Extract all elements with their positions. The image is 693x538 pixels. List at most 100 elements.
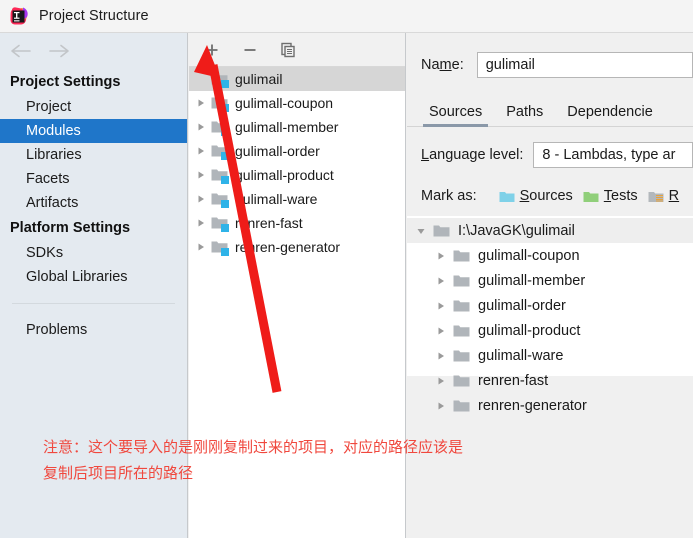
mark-as-sources-button[interactable]: Sources (499, 188, 573, 204)
tab-paths[interactable]: Paths (506, 104, 543, 126)
sidebar-item-artifacts[interactable]: Artifacts (0, 191, 187, 215)
module-row-label: gulimall-coupon (235, 95, 334, 111)
sidebar-divider (12, 303, 175, 304)
module-folder-icon (211, 144, 229, 160)
mark-as-resources-button[interactable]: R (648, 188, 679, 204)
module-row[interactable]: gulimall-order (189, 139, 405, 163)
chevron-right-icon[interactable] (193, 215, 209, 231)
sidebar-item-libraries[interactable]: Libraries (0, 143, 187, 167)
content-folder-row[interactable]: gulimall-order (407, 293, 693, 318)
module-row[interactable]: gulimall-member (189, 115, 405, 139)
module-name-input[interactable]: gulimail (476, 52, 693, 78)
module-folder-icon (211, 168, 229, 184)
module-detail-panel: Name: gulimail Sources Paths Dependencie… (407, 33, 693, 538)
module-row-label: gulimall-ware (235, 191, 318, 207)
tab-dependencies[interactable]: Dependencie (567, 104, 652, 126)
module-row[interactable]: renren-fast (189, 211, 405, 235)
tests-folder-icon (583, 190, 599, 203)
content-folder-row[interactable]: renren-generator (407, 393, 693, 418)
module-name-row: Name: gulimail (407, 45, 693, 85)
module-row[interactable]: gulimall-coupon (189, 91, 405, 115)
chevron-right-icon[interactable] (193, 239, 209, 255)
module-row[interactable]: renren-generator (189, 235, 405, 259)
module-row[interactable]: gulimall-product (189, 163, 405, 187)
sources-folder-icon (499, 190, 515, 203)
detail-tabs: Sources Paths Dependencie (407, 93, 693, 127)
remove-module-button[interactable] (239, 39, 261, 61)
language-level-select[interactable]: 8 - Lambdas, type ar (533, 142, 693, 168)
sidebar-item-sdks[interactable]: SDKs (0, 241, 187, 265)
folder-icon (453, 374, 470, 388)
chevron-right-icon[interactable] (193, 143, 209, 159)
arrow-right-icon[interactable] (46, 40, 72, 62)
chevron-right-icon[interactable] (193, 191, 209, 207)
module-folder-icon (211, 216, 229, 232)
chevron-right-icon[interactable] (433, 248, 449, 264)
chevron-right-icon[interactable] (193, 119, 209, 135)
folder-icon (453, 274, 470, 288)
module-folder-icon (211, 120, 229, 136)
mark-as-sources-label: Sources (519, 188, 573, 204)
module-folder-icon (211, 192, 229, 208)
content-folder-label: renren-fast (478, 372, 549, 389)
content-folder-label: gulimall-coupon (478, 247, 580, 264)
sidebar-group-platform-settings: Platform Settings (10, 220, 131, 236)
chevron-right-icon[interactable] (193, 95, 209, 111)
sidebar-item-global-libraries[interactable]: Global Libraries (0, 265, 187, 289)
module-row-label: gulimall-order (235, 143, 320, 159)
chevron-right-icon[interactable] (433, 323, 449, 339)
mark-as-row: Mark as: Sources Tests R (407, 182, 693, 210)
content-folder-row[interactable]: gulimall-ware (407, 343, 693, 368)
folder-icon (453, 299, 470, 313)
content-root-path: I:\JavaGK\gulimail (458, 222, 575, 239)
mark-as-resources-label: R (668, 188, 680, 204)
add-module-button[interactable] (201, 39, 223, 61)
sidebar-item-problems[interactable]: Problems (0, 318, 187, 342)
folder-icon (453, 349, 470, 363)
chevron-right-icon[interactable] (433, 298, 449, 314)
content-root-tree[interactable]: I:\JavaGK\gulimail gulimall-coupon gulimal… (407, 216, 693, 414)
navigation-arrows (0, 33, 187, 69)
folder-icon (453, 399, 470, 413)
module-folder-icon (211, 96, 229, 112)
module-folder-icon (211, 72, 229, 88)
content-folder-label: gulimall-ware (478, 347, 564, 364)
language-level-row: Language level: 8 - Lambdas, type ar (407, 140, 693, 170)
sidebar-item-project[interactable]: Project (0, 95, 187, 119)
arrow-left-icon[interactable] (8, 40, 34, 62)
language-level-label: Language level: (421, 147, 524, 163)
content-folder-label: renren-generator (478, 397, 587, 414)
content-folder-row[interactable]: gulimall-coupon (407, 243, 693, 268)
content-folder-row[interactable]: gulimall-product (407, 318, 693, 343)
modules-toolbar (189, 33, 405, 67)
module-row[interactable]: gulimail (189, 67, 405, 91)
modules-tree[interactable]: gulimail gulimall-coupon gulimall-member gu… (189, 67, 405, 538)
module-row-label: renren-generator (235, 239, 341, 255)
module-row-label: renren-fast (235, 215, 303, 231)
content-folder-label: gulimall-product (478, 322, 581, 339)
sidebar-item-facets[interactable]: Facets (0, 167, 187, 191)
content-folder-row[interactable]: renren-fast (407, 368, 693, 393)
content-folder-label: gulimall-member (478, 272, 586, 289)
tab-sources[interactable]: Sources (422, 104, 489, 127)
chevron-right-icon[interactable] (193, 167, 209, 183)
content-folder-row[interactable]: gulimall-member (407, 268, 693, 293)
title-bar: Project Structure (0, 0, 693, 33)
intellij-idea-icon (9, 6, 29, 26)
chevron-right-icon[interactable] (433, 398, 449, 414)
copy-module-button[interactable] (277, 39, 299, 61)
sidebar-item-modules[interactable]: Modules (0, 119, 187, 143)
chevron-right-icon[interactable] (433, 373, 449, 389)
sidebar-group-project-settings: Project Settings (10, 74, 121, 90)
mark-as-tests-label: Tests (603, 188, 638, 204)
module-row[interactable]: gulimall-ware (189, 187, 405, 211)
project-structure-dialog: Project Structure Project Settings Proje… (0, 0, 693, 538)
chevron-right-icon[interactable] (433, 273, 449, 289)
chevron-down-icon[interactable] (413, 223, 429, 239)
mark-as-tests-button[interactable]: Tests (583, 188, 638, 204)
chevron-right-icon[interactable] (433, 348, 449, 364)
content-root-row[interactable]: I:\JavaGK\gulimail (407, 218, 693, 243)
content-folder-label: gulimall-order (478, 297, 566, 314)
module-row-label: gulimail (235, 71, 283, 87)
